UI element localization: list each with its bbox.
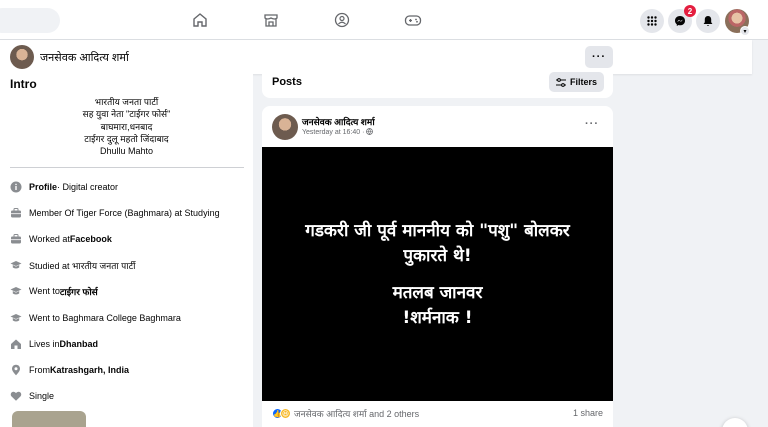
gaming-icon[interactable] [402, 9, 424, 31]
post-image-text: !शर्मनाक ! [402, 308, 473, 328]
bio-line: बाघमारा,धनबाद [100, 121, 153, 132]
work-icon [10, 233, 22, 245]
share-count[interactable]: 1 share [573, 408, 603, 418]
profile-name[interactable]: जनसेवक आदित्य शर्मा [40, 50, 129, 65]
filter-icon [555, 77, 566, 87]
reactions-text: जनसेवक आदित्य शर्मा and 2 others [294, 409, 420, 419]
heart-icon [10, 390, 22, 402]
bio-line: सह युवा नेता "टाईगर फोर्स" [82, 109, 171, 120]
notifications-icon[interactable] [696, 9, 720, 33]
intro-item-work: Worked at Facebook [10, 232, 112, 246]
intro-item-bold[interactable]: Facebook [70, 234, 112, 244]
intro-item-profile: Profile · Digital creator [10, 180, 118, 194]
post-options-button[interactable]: ··· [585, 118, 599, 130]
post-meta: Yesterday at 16:40 · [302, 128, 374, 137]
intro-item-label: · Digital creator [57, 182, 119, 192]
post-timestamp[interactable]: Yesterday at 16:40 · [302, 129, 364, 136]
post-image-text: गडकरी जी पूर्व माननीय को "पशु" बोलकर [305, 221, 570, 241]
intro-bio: भारतीय जनता पार्टी सह युवा नेता "टाईगर फ… [0, 96, 253, 157]
intro-item-label: Single [29, 391, 55, 401]
posts-header: Posts Filters [262, 68, 613, 98]
intro-item-label: Member Of Tiger Force (Baghmara) at Stud… [29, 208, 220, 218]
intro-item-education: Studied at भारतीय जनता पार्टी [10, 258, 136, 272]
messenger-badge: 2 [684, 5, 696, 17]
groups-icon[interactable] [331, 9, 353, 31]
education-icon [10, 259, 22, 271]
post-author-avatar[interactable] [272, 114, 298, 140]
intro-item-label: Went to Baghmara College Baghmara [29, 313, 181, 323]
intro-item-from: From Katrashgarh, India [10, 363, 129, 377]
post-author-name[interactable]: जनसेवक आदित्य शर्मा [302, 115, 375, 128]
work-icon [10, 207, 22, 219]
home-icon[interactable] [189, 9, 211, 31]
post-card: जनसेवक आदित्य शर्मा Yesterday at 16:40 ·… [262, 106, 613, 427]
intro-item-label: Studied at भारतीय जनता पार्टी [29, 260, 136, 271]
globe-icon [366, 128, 374, 137]
chevron-down-icon[interactable]: ▾ [740, 26, 750, 36]
intro-item-education: Went to टाईगर फोर्स [10, 284, 98, 298]
filters-label: Filters [569, 77, 597, 87]
location-icon [10, 364, 22, 376]
intro-item-education: Went to Baghmara College Baghmara [10, 311, 181, 325]
education-icon [10, 285, 22, 297]
intro-item-relationship: Single [10, 389, 54, 403]
featured-photo-thumbnail[interactable] [12, 411, 86, 427]
intro-item-bold[interactable]: Katrashgarh, India [50, 365, 129, 375]
info-icon [10, 181, 22, 193]
floating-action-button[interactable] [722, 418, 748, 427]
intro-item-label: Lives in [29, 339, 60, 349]
post-image-text: पुकारते थे! [403, 246, 472, 266]
intro-item-lives-in: Lives in Dhanbad [10, 337, 98, 351]
intro-item-bold[interactable]: Dhanbad [60, 339, 99, 349]
menu-grid-icon[interactable] [640, 9, 664, 33]
search-input[interactable] [0, 8, 60, 33]
intro-item-label: Went to [29, 286, 60, 296]
profile-avatar[interactable] [10, 45, 34, 69]
intro-item-label: Worked at [29, 234, 70, 244]
bio-line: टाईगर दुलू महतो जिंदाबाद [84, 133, 169, 144]
divider [10, 167, 244, 168]
intro-item-bold[interactable]: Profile [29, 182, 57, 192]
education-icon [10, 312, 22, 324]
post-image-text: मतलब जानवर [392, 283, 483, 303]
haha-reaction-icon: 😆 [280, 408, 291, 419]
messenger-icon[interactable]: 2 [668, 5, 696, 33]
intro-item-label: From [29, 365, 50, 375]
marketplace-icon[interactable] [260, 9, 282, 31]
bio-line: Dhullu Mahto [99, 146, 154, 157]
bio-line: भारतीय जनता पार्टी [94, 97, 159, 107]
intro-title: Intro [10, 77, 37, 91]
intro-item-work: Member Of Tiger Force (Baghmara) at Stud… [10, 206, 220, 220]
post-image[interactable]: गडकरी जी पूर्व माननीय को "पशु" बोलकर पुक… [262, 147, 613, 401]
filters-button[interactable]: Filters [548, 72, 604, 92]
top-navigation-bar: 2 ▾ [0, 0, 768, 40]
reactions-summary[interactable]: 👍 😆 जनसेवक आदित्य शर्मा and 2 others [272, 407, 419, 420]
home-icon [10, 338, 22, 350]
more-options-button[interactable]: ··· [585, 46, 613, 68]
intro-card: Intro भारतीय जनता पार्टी सह युवा नेता "ट… [0, 74, 253, 427]
intro-item-bold[interactable]: टाईगर फोर्स [60, 285, 98, 298]
posts-title: Posts [272, 76, 302, 88]
